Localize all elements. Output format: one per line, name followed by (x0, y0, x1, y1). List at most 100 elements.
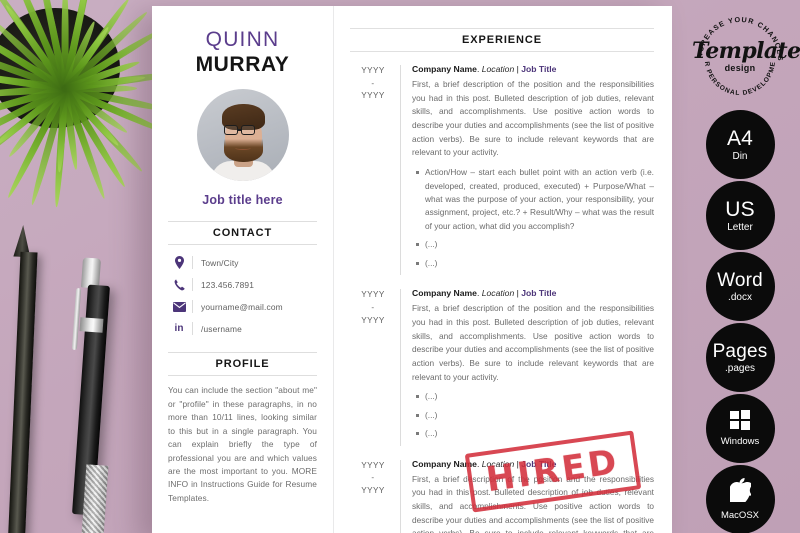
date-to: YYYY (361, 91, 385, 101)
avatar-wrap (168, 89, 317, 182)
experience-divider (400, 65, 401, 276)
format-badge-rail: INCREASE YOUR CHANCES FOR PERSONAL DEVEL… (692, 8, 800, 533)
contact-row-linkedin: in /username (168, 319, 317, 338)
bullet-text: (...) (425, 257, 438, 268)
bullet-text: (...) (425, 239, 438, 250)
badge-sublabel: Windows (720, 436, 760, 448)
bullet-marker (416, 413, 419, 417)
experience-bullet: (...) (412, 409, 654, 422)
date-from: YYYY (361, 460, 385, 470)
job-title-placeholder: Job title here (202, 193, 283, 208)
job-title: Job Title (521, 288, 557, 299)
company-name: Company Name (412, 64, 477, 74)
badge-main-label: US (725, 197, 755, 221)
bullet-text: (...) (425, 391, 438, 402)
bullet-marker (416, 395, 419, 399)
templates-design-logo: INCREASE YOUR CHANCES FOR PERSONAL DEVEL… (692, 8, 800, 104)
contact-heading: CONTACT (168, 221, 317, 246)
contact-location-value: Town/City (201, 257, 239, 268)
experience-bullet: (...) (412, 257, 654, 270)
date-dash: - (371, 302, 375, 312)
job-title: Job Title (521, 64, 557, 74)
contact-linkedin-value: /username (201, 323, 242, 334)
contact-divider (192, 278, 193, 292)
experience-title-line: Company Name. Location | Job Title (412, 288, 654, 298)
location-pin-icon (168, 256, 190, 270)
linkedin-icon: in (168, 323, 190, 334)
contact-row-location: Town/City (168, 253, 317, 272)
badge-sublabel: .docx (728, 291, 752, 303)
avatar-glasses-right (240, 125, 255, 136)
experience-bullets: Action/How – start each bullet point wit… (412, 166, 654, 270)
experience-bullet: (...) (412, 238, 654, 251)
avatar-beard (223, 139, 263, 163)
date-from: YYYY (361, 66, 385, 75)
avatar-glasses-bridge (237, 129, 242, 131)
experience-heading: EXPERIENCE (350, 28, 654, 52)
experience-date-range: YYYY - YYYY (350, 459, 396, 533)
bullet-text: (...) (425, 409, 438, 420)
pages-badge[interactable]: Pages .pages (705, 323, 775, 392)
experience-paragraph: First, a brief description of the positi… (412, 79, 654, 158)
experience-item: YYYY - YYYY Company Name. Location | Job Ti… (350, 64, 654, 276)
experience-title-line: Company Name. Location | Job Title (412, 64, 654, 74)
date-to: YYYY (361, 486, 385, 496)
a4-din-badge[interactable]: A4 Din (705, 110, 775, 179)
resume-sidebar: QUINN MURRAY Job title here CONTACT Town… (152, 6, 334, 533)
windows-logo-icon (730, 410, 750, 431)
location: Location (481, 288, 515, 299)
contact-divider (192, 300, 193, 314)
profile-text: You can include the section "about me" o… (168, 385, 317, 503)
company-name: Company Name (412, 288, 477, 299)
envelope-icon (168, 301, 190, 312)
experience-date-range: YYYY - YYYY (350, 64, 396, 275)
date-dash: - (371, 78, 375, 88)
contact-divider (192, 256, 193, 270)
contact-list: Town/City 123.456.7891 yourname@mail.com (168, 253, 317, 338)
apple-logo-icon (726, 478, 753, 506)
experience-item: YYYY - YYYY Company Name. Location | Job Ti… (350, 288, 654, 446)
badge-main-label: Pages (712, 340, 768, 362)
avatar-glasses-left (223, 125, 238, 136)
location: Location (481, 64, 515, 74)
bullet-marker (416, 243, 419, 247)
pen-band (79, 317, 104, 333)
badge-sublabel: MacOSX (720, 510, 759, 522)
us-letter-badge[interactable]: US Letter (705, 181, 775, 250)
pen-grip (81, 464, 109, 533)
bullet-marker (416, 171, 419, 175)
contact-email-value: yourname@mail.com (201, 301, 283, 312)
experience-body: Company Name. Location | Job Title First,… (412, 288, 654, 445)
experience-body: Company Name. Location | Job Title First,… (412, 64, 654, 275)
contact-row-email: yourname@mail.com (168, 297, 317, 316)
experience-date-range: YYYY - YYYY (350, 288, 396, 445)
avatar (196, 89, 289, 182)
contact-row-phone: 123.456.7891 (168, 275, 317, 294)
date-to: YYYY (361, 315, 385, 325)
experience-bullet: (...) (412, 390, 654, 403)
date-from: YYYY (361, 290, 385, 300)
badge-sublabel: Letter (727, 221, 753, 233)
bullet-text: Action/How – start each bullet point wit… (425, 167, 654, 231)
bullet-marker (416, 261, 419, 265)
logo-subtext: design (724, 63, 756, 73)
linkedin-in-text: in (174, 323, 184, 335)
graphite-pencil-decor (7, 251, 38, 533)
macosx-badge[interactable]: MacOSX (705, 465, 775, 533)
badge-main-label: A4 (726, 126, 754, 150)
badge-sublabel: .pages (724, 362, 756, 374)
contact-divider (192, 322, 193, 336)
logo-wordmark: Templates (692, 38, 800, 64)
badge-sublabel: Din (732, 150, 748, 162)
windows-badge[interactable]: Windows (705, 394, 775, 463)
badge-main-label: Word (717, 269, 763, 291)
profile-heading: PROFILE (168, 352, 317, 377)
word-docx-badge[interactable]: Word .docx (705, 252, 775, 321)
contact-phone-value: 123.456.7891 (201, 279, 255, 290)
experience-paragraph: First, a brief description of the positi… (412, 303, 654, 382)
experience-divider (400, 289, 401, 446)
bullet-marker (416, 432, 419, 436)
experience-bullet: Action/How – start each bullet point wit… (412, 166, 654, 233)
badge-stack: A4 Din US Letter Word .docx Pages .pages Windows… (692, 110, 788, 533)
first-name: QUINN (205, 28, 280, 51)
